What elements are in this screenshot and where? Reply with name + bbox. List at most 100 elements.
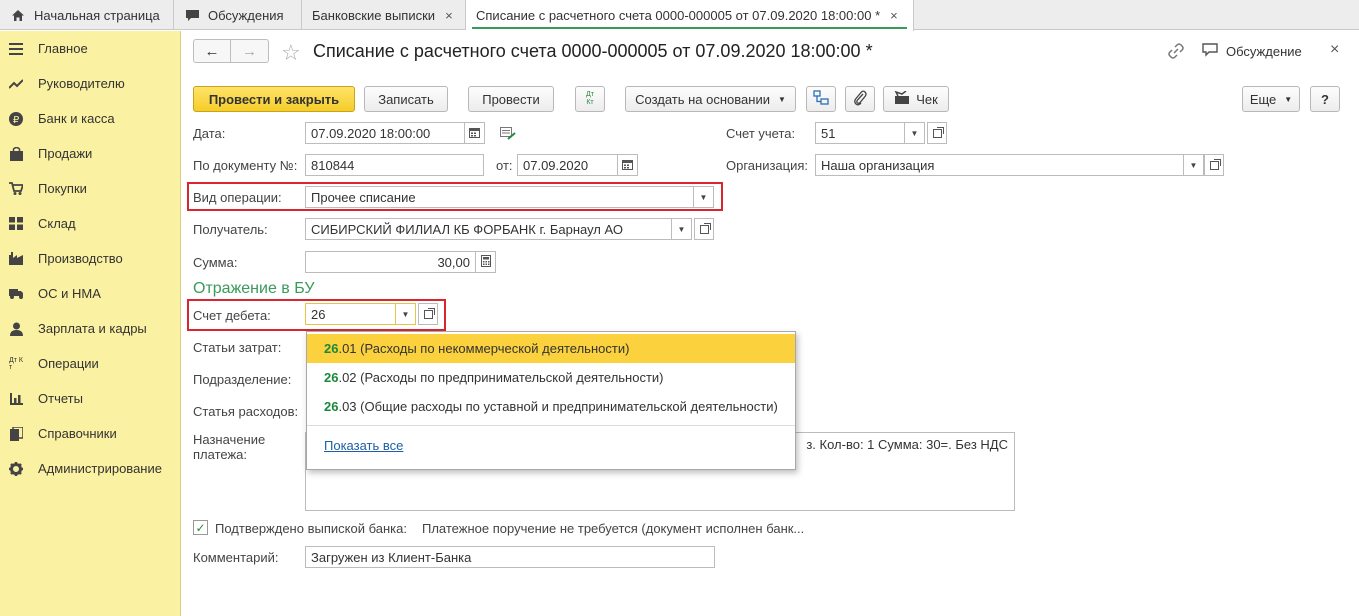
operation-type-label: Вид операции: (193, 190, 282, 205)
tab-home[interactable]: Начальная страница (0, 0, 174, 30)
sidebar-item-operations[interactable]: Дт Кт Операции (0, 346, 181, 381)
link-icon[interactable] (1168, 43, 1184, 62)
sidebar-item-admin[interactable]: Администрирование (0, 451, 181, 486)
doc-number-field[interactable]: 810844 (305, 154, 484, 176)
account-suffix: .02 (338, 370, 357, 385)
division-label: Подразделение: (193, 372, 292, 387)
sidebar-item-purchases[interactable]: Покупки (0, 171, 181, 206)
sidebar-item-salary[interactable]: Зарплата и кадры (0, 311, 181, 346)
truck-icon (9, 287, 23, 301)
sidebar-item-label: Отчеты (38, 391, 83, 406)
bar-chart-icon (9, 392, 23, 406)
sidebar-item-label: Справочники (38, 426, 117, 441)
sidebar-item-main[interactable]: Главное (0, 31, 181, 66)
debit-account-open-button[interactable] (418, 303, 438, 325)
sidebar-item-manager[interactable]: Руководителю (0, 66, 181, 101)
chevron-down-icon: ▼ (699, 192, 708, 202)
tab-discussions[interactable]: Обсуждения (174, 0, 302, 30)
sidebar-item-warehouse[interactable]: Склад (0, 206, 181, 241)
organization-open-button[interactable] (1204, 154, 1224, 176)
tab-write-off[interactable]: Списание с расчетного счета 0000-000005 … (466, 0, 914, 31)
sidebar-item-label: Зарплата и кадры (38, 321, 147, 336)
ruble-icon: ₽ (9, 111, 23, 126)
recipient-field[interactable]: СИБИРСКИЙ ФИЛИАЛ КБ ФОРБАНК г. Барнаул А… (305, 218, 672, 240)
close-icon[interactable]: × (890, 8, 898, 23)
tab-label: Начальная страница (34, 7, 160, 23)
dropdown-item[interactable]: 26.02 (Расходы по предпринимательской де… (307, 363, 795, 392)
receipt-label: Чек (916, 91, 938, 107)
back-button[interactable]: ← (193, 39, 231, 63)
calendar-button[interactable] (618, 154, 638, 176)
expense-item-label: Статья расходов: (193, 404, 299, 419)
section-accounting-title: Отражение в БУ (193, 280, 315, 297)
confirmed-checkbox[interactable]: ✓ (193, 520, 208, 535)
dropdown-separator (307, 425, 795, 426)
sidebar-item-references[interactable]: Справочники (0, 416, 181, 451)
chevron-down-icon: ▼ (1189, 160, 1198, 170)
account-field[interactable]: 51 (815, 122, 905, 144)
tab-bar: Начальная страница Обсуждения Банковские… (0, 0, 1359, 31)
debit-account-dropdown-button[interactable]: ▼ (396, 303, 416, 325)
tab-bank-statements[interactable]: Банковские выписки × (302, 0, 466, 30)
account-code: 26 (324, 370, 339, 385)
sum-field[interactable]: 30,00 (305, 251, 476, 273)
from-label: от: (496, 158, 513, 173)
organization-dropdown-button[interactable]: ▼ (1184, 154, 1204, 176)
date-field[interactable]: 07.09.2020 18:00:00 (305, 122, 465, 144)
cart-icon (9, 182, 23, 196)
attach-button[interactable] (845, 86, 875, 112)
open-icon (423, 307, 435, 319)
edit-date-icon[interactable] (500, 127, 516, 143)
sidebar-item-fixed-assets[interactable]: ОС и НМА (0, 276, 181, 311)
sidebar-item-reports[interactable]: Отчеты (0, 381, 181, 416)
create-based-on-button[interactable]: Создать на основании ▼ (625, 86, 796, 112)
comment-field[interactable]: Загружен из Клиент-Банка (305, 546, 715, 568)
star-icon[interactable]: ☆ (281, 40, 301, 66)
close-icon[interactable]: × (1330, 41, 1339, 59)
close-icon[interactable]: × (445, 8, 453, 23)
sidebar-item-bank[interactable]: ₽ Банк и касса (0, 101, 181, 136)
dt-kt-icon-text: Дт Кт (9, 356, 23, 371)
discussion-label: Обсуждение (1226, 44, 1302, 59)
open-icon (1209, 158, 1221, 170)
operation-type-field[interactable]: Прочее списание (305, 186, 694, 208)
recipient-open-button[interactable] (694, 218, 714, 240)
save-button[interactable]: Записать (364, 86, 448, 112)
recipient-dropdown-button[interactable]: ▼ (672, 218, 692, 240)
receipt-button[interactable]: Чек (883, 86, 949, 112)
account-open-button[interactable] (927, 122, 947, 144)
checkmark-icon: ✓ (195, 520, 206, 535)
discussion-button[interactable]: Обсуждение (1202, 43, 1302, 60)
account-description: (Общие расходы по уставной и предпринима… (356, 399, 778, 414)
help-button[interactable]: ? (1310, 86, 1340, 112)
sidebar-item-sales[interactable]: Продажи (0, 136, 181, 171)
more-button[interactable]: Еще ▼ (1242, 86, 1300, 112)
operation-type-dropdown-button[interactable]: ▼ (694, 186, 714, 208)
structure-icon (813, 89, 829, 109)
confirmed-value[interactable]: Платежное поручение не требуется (докуме… (422, 521, 804, 536)
chevron-down-icon: ▼ (401, 309, 410, 319)
forward-button[interactable]: → (231, 39, 269, 63)
cost-items-label: Статьи затрат: (193, 340, 282, 355)
payment-purpose-label: Назначение платежа: (193, 432, 266, 462)
post-button[interactable]: Провести (468, 86, 554, 112)
debit-account-field[interactable]: 26 (305, 303, 396, 325)
post-and-close-button[interactable]: Провести и закрыть (193, 86, 355, 112)
dt-kt-icon: Дт Кт (586, 91, 594, 106)
sidebar-item-production[interactable]: Производство (0, 241, 181, 276)
dt-kt-button[interactable]: Дт Кт (575, 86, 605, 112)
calendar-button[interactable] (465, 122, 485, 144)
show-all-link[interactable]: Показать все (324, 438, 403, 453)
account-dropdown-button[interactable]: ▼ (905, 122, 925, 144)
structure-button[interactable] (806, 86, 836, 112)
recipient-label: Получатель: (193, 222, 268, 237)
dropdown-item[interactable]: 26.01 (Расходы по некоммерческой деятель… (307, 334, 795, 363)
dropdown-item[interactable]: 26.03 (Общие расходы по уставной и предп… (307, 392, 795, 421)
person-icon (9, 322, 23, 336)
chevron-down-icon: ▼ (777, 94, 786, 104)
calculator-button[interactable] (476, 251, 496, 273)
from-date-field[interactable]: 07.09.2020 (517, 154, 618, 176)
account-description: (Расходы по некоммерческой деятельности) (356, 341, 630, 356)
account-code: 26 (324, 341, 339, 356)
organization-field[interactable]: Наша организация (815, 154, 1184, 176)
